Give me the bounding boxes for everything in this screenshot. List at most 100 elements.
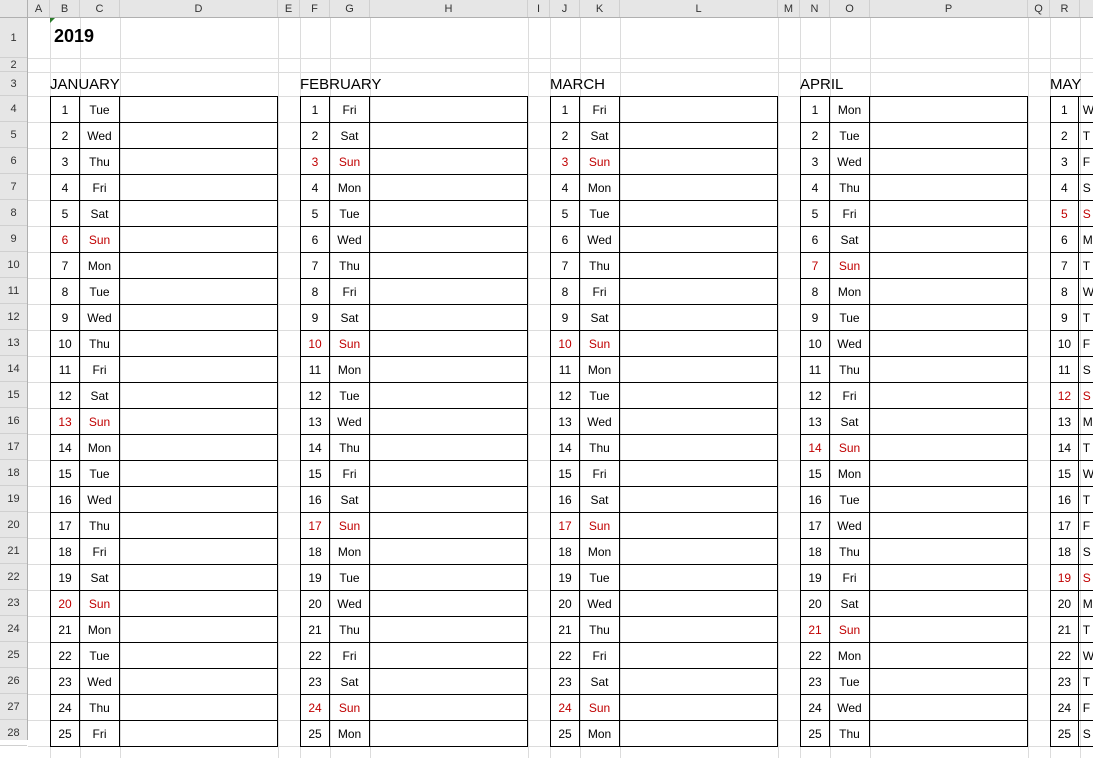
col-header-O[interactable]: O (830, 0, 870, 17)
day-of-week[interactable]: Thu (330, 617, 370, 642)
day-note-cell[interactable] (620, 721, 778, 746)
day-of-week[interactable]: Tue (330, 565, 370, 590)
day-note-cell[interactable] (870, 227, 1028, 252)
day-note-cell[interactable] (120, 695, 278, 720)
day-number[interactable]: 20 (1050, 591, 1079, 616)
day-of-week[interactable]: S (1079, 565, 1093, 590)
day-row[interactable]: 24Wed (800, 695, 1028, 721)
day-note-cell[interactable] (870, 201, 1028, 226)
day-of-week[interactable]: Tue (330, 201, 370, 226)
day-row[interactable]: 5Fri (800, 201, 1028, 227)
day-number[interactable]: 15 (800, 461, 830, 486)
day-number[interactable]: 9 (300, 305, 330, 330)
day-number[interactable]: 6 (550, 227, 580, 252)
day-of-week[interactable]: Thu (830, 175, 870, 200)
day-number[interactable]: 19 (300, 565, 330, 590)
day-row[interactable]: 20Wed (300, 591, 528, 617)
day-of-week[interactable]: S (1079, 175, 1093, 200)
day-of-week[interactable]: S (1079, 383, 1093, 408)
day-number[interactable]: 12 (800, 383, 830, 408)
day-of-week[interactable]: M (1079, 409, 1093, 434)
day-row[interactable]: 17Sun (300, 513, 528, 539)
day-number[interactable]: 9 (50, 305, 80, 330)
day-of-week[interactable]: Sun (580, 695, 620, 720)
day-of-week[interactable]: Fri (330, 279, 370, 304)
day-row[interactable]: 11S (1050, 357, 1093, 383)
row-header-8[interactable]: 8 (0, 200, 27, 226)
day-row[interactable]: 6M (1050, 227, 1093, 253)
day-row[interactable]: 4Mon (550, 175, 778, 201)
month-name[interactable]: MAY (1050, 72, 1093, 94)
day-number[interactable]: 3 (50, 149, 80, 174)
day-note-cell[interactable] (370, 565, 528, 590)
day-number[interactable]: 4 (550, 175, 580, 200)
day-number[interactable]: 23 (50, 669, 80, 694)
day-of-week[interactable]: F (1079, 149, 1093, 174)
col-header-C[interactable]: C (80, 0, 120, 17)
day-note-cell[interactable] (870, 695, 1028, 720)
day-row[interactable]: 20Wed (550, 591, 778, 617)
day-of-week[interactable]: Thu (580, 253, 620, 278)
col-header-G[interactable]: G (330, 0, 370, 17)
day-of-week[interactable]: Mon (330, 721, 370, 746)
day-number[interactable]: 22 (50, 643, 80, 668)
day-of-week[interactable]: Sat (580, 305, 620, 330)
day-number[interactable]: 21 (800, 617, 830, 642)
day-note-cell[interactable] (370, 331, 528, 356)
day-note-cell[interactable] (620, 149, 778, 174)
day-row[interactable]: 25Mon (550, 721, 778, 747)
day-row[interactable]: 25S (1050, 721, 1093, 747)
day-number[interactable]: 2 (300, 123, 330, 148)
day-of-week[interactable]: W (1079, 643, 1093, 668)
day-row[interactable]: 23T (1050, 669, 1093, 695)
day-of-week[interactable]: Sun (330, 695, 370, 720)
day-number[interactable]: 24 (300, 695, 330, 720)
day-number[interactable]: 13 (50, 409, 80, 434)
day-of-week[interactable]: T (1079, 435, 1093, 460)
day-note-cell[interactable] (370, 591, 528, 616)
row-header-27[interactable]: 27 (0, 694, 27, 720)
col-header-N[interactable]: N (800, 0, 830, 17)
day-note-cell[interactable] (370, 513, 528, 538)
day-number[interactable]: 17 (50, 513, 80, 538)
day-number[interactable]: 2 (800, 123, 830, 148)
day-row[interactable]: 11Mon (300, 357, 528, 383)
day-row[interactable]: 3Sun (300, 149, 528, 175)
day-row[interactable]: 4Thu (800, 175, 1028, 201)
day-note-cell[interactable] (870, 175, 1028, 200)
day-row[interactable]: 7Thu (300, 253, 528, 279)
day-of-week[interactable]: Wed (830, 149, 870, 174)
day-note-cell[interactable] (620, 461, 778, 486)
day-of-week[interactable]: Wed (330, 591, 370, 616)
day-of-week[interactable]: T (1079, 253, 1093, 278)
day-row[interactable]: 18Mon (550, 539, 778, 565)
day-of-week[interactable]: Wed (830, 695, 870, 720)
day-of-week[interactable]: Mon (580, 721, 620, 746)
day-note-cell[interactable] (870, 461, 1028, 486)
day-note-cell[interactable] (870, 123, 1028, 148)
row-header-21[interactable]: 21 (0, 538, 27, 564)
day-number[interactable]: 5 (50, 201, 80, 226)
day-row[interactable]: 21Thu (550, 617, 778, 643)
row-header-17[interactable]: 17 (0, 434, 27, 460)
day-note-cell[interactable] (120, 669, 278, 694)
row-header-22[interactable]: 22 (0, 564, 27, 590)
col-header-Q[interactable]: Q (1028, 0, 1050, 17)
day-number[interactable]: 15 (50, 461, 80, 486)
row-header-24[interactable]: 24 (0, 616, 27, 642)
day-row[interactable]: 20Sun (50, 591, 278, 617)
day-of-week[interactable]: Sun (80, 591, 120, 616)
day-row[interactable]: 11Thu (800, 357, 1028, 383)
day-of-week[interactable]: Thu (80, 331, 120, 356)
day-of-week[interactable]: Sun (580, 149, 620, 174)
day-number[interactable]: 7 (50, 253, 80, 278)
day-note-cell[interactable] (120, 227, 278, 252)
day-of-week[interactable]: Tue (830, 305, 870, 330)
day-number[interactable]: 12 (300, 383, 330, 408)
day-row[interactable]: 24Thu (50, 695, 278, 721)
day-number[interactable]: 3 (300, 149, 330, 174)
day-number[interactable]: 19 (50, 565, 80, 590)
day-of-week[interactable]: Wed (80, 305, 120, 330)
day-row[interactable]: 5Tue (300, 201, 528, 227)
day-of-week[interactable]: Mon (830, 461, 870, 486)
